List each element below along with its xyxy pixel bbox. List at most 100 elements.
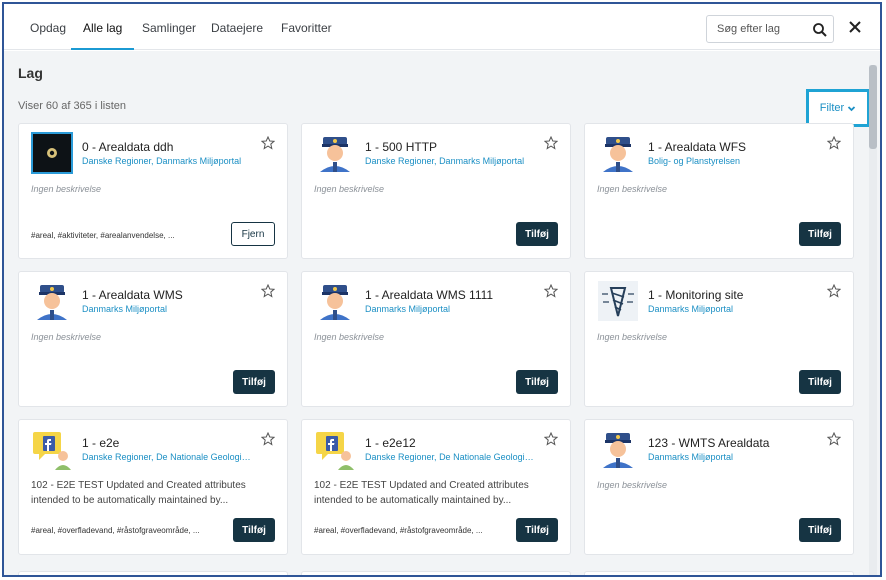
add-button[interactable]: Tilføj <box>799 518 841 542</box>
card-title: 0 - Arealdata ddh <box>82 140 174 154</box>
card-description: Ingen beskrivelse <box>314 332 385 342</box>
star-icon[interactable] <box>543 135 559 150</box>
owner-link[interactable]: Danmarks Miljøportal <box>439 156 524 166</box>
card-owners: Danske Regioner, De Nationale Geologiske… <box>82 452 252 462</box>
layer-card: 0 - Arealdata ddh Danske Regioner, Danma… <box>18 123 288 259</box>
police-officer-avatar-icon <box>31 280 73 322</box>
police-officer-avatar-icon <box>597 428 639 470</box>
tab-dataejere[interactable]: Dataejere <box>199 4 275 50</box>
close-icon[interactable] <box>844 16 866 38</box>
star-icon[interactable] <box>826 135 842 150</box>
card-title: 1 - Monitoring site <box>648 288 744 302</box>
star-icon[interactable] <box>260 431 276 446</box>
owner-link[interactable]: Danske Regioner <box>365 452 434 462</box>
card-title: 1 - e2e <box>82 436 120 450</box>
card-tags: #areal, #aktiviteter, #arealanvendelse, … <box>31 231 175 240</box>
police-officer-avatar-icon <box>597 132 639 174</box>
add-button[interactable]: Tilføj <box>233 518 275 542</box>
tab-favoritter[interactable]: Favoritter <box>269 4 344 50</box>
layer-card: 1 - e2e Danske Regioner, De Nationale Ge… <box>18 419 288 555</box>
result-count: Viser 60 af 365 i listen <box>18 100 127 112</box>
card-title: 1 - 500 HTTP <box>365 140 438 154</box>
owner-link[interactable]: De Nationale Geologiske Undersøgelser <box>156 452 252 462</box>
layer-card: 1 - Arealdata WMS 1111 Danmarks Miljøpor… <box>301 271 571 407</box>
tab-opdag[interactable]: Opdag <box>18 4 78 50</box>
star-icon[interactable] <box>826 431 842 446</box>
owner-link[interactable]: Danske Regioner <box>82 452 151 462</box>
page-title: Lag <box>18 65 43 81</box>
layer-card: 1 - Arealdata WMS Danmarks Miljøportal I… <box>18 271 288 407</box>
card-owners: Danmarks Miljøportal <box>82 304 252 314</box>
layer-card <box>584 571 854 575</box>
card-title: 1 - e2e12 <box>365 436 416 450</box>
layer-card: 1 - 500 HTTP Danske Regioner, Danmarks M… <box>301 123 571 259</box>
layer-card: 1 - e2e12 Danske Regioner, De Nationale … <box>301 419 571 555</box>
layer-card <box>301 571 571 575</box>
card-description: Ingen beskrivelse <box>597 480 668 490</box>
tab-bar: Opdag Alle lag Samlinger Dataejere Favor… <box>4 4 880 50</box>
star-icon[interactable] <box>543 283 559 298</box>
layer-card: 123 - WMTS Arealdata Danmarks Miljøporta… <box>584 419 854 555</box>
card-title: 123 - WMTS Arealdata <box>648 436 770 450</box>
dataset-thumbnail-icon <box>31 132 73 174</box>
card-tags: #areal, #overfladevand, #råstofgraveområ… <box>31 526 200 535</box>
card-title: 1 - Arealdata WMS 1111 <box>365 288 494 302</box>
owner-link[interactable]: Danmarks Miljøportal <box>82 304 167 314</box>
card-description: Ingen beskrivelse <box>597 332 668 342</box>
search-box <box>706 15 834 43</box>
card-owners: Danske Regioner, Danmarks Miljøportal <box>82 156 242 166</box>
police-officer-avatar-icon <box>314 132 356 174</box>
layer-card <box>18 571 288 575</box>
tab-alle-lag[interactable]: Alle lag <box>71 4 135 50</box>
chevron-down-icon <box>848 105 856 111</box>
star-icon[interactable] <box>826 283 842 298</box>
card-owners: Danmarks Miljøportal <box>365 304 535 314</box>
add-button[interactable]: Tilføj <box>516 222 558 246</box>
tab-samlinger[interactable]: Samlinger <box>130 4 208 50</box>
card-description: 102 - E2E TEST Updated and Created attri… <box>314 480 529 506</box>
layer-card: 1 - Arealdata WFS Bolig- og Planstyrelse… <box>584 123 854 259</box>
filter-label: Filter <box>819 102 845 114</box>
owner-link[interactable]: Danmarks Miljøportal <box>156 156 241 166</box>
owner-link[interactable]: Danske Regioner <box>82 156 151 166</box>
owner-link[interactable]: Danske Regioner <box>365 156 434 166</box>
star-icon[interactable] <box>543 431 559 446</box>
search-icon[interactable] <box>811 21 829 39</box>
remove-button[interactable]: Fjern <box>231 222 275 246</box>
layer-card: 1 - Monitoring site Danmarks Miljøportal… <box>584 271 854 407</box>
scrollbar-thumb[interactable] <box>869 65 877 149</box>
drill-logo-icon <box>597 280 639 322</box>
card-tags: #areal, #overfladevand, #råstofgraveområ… <box>314 526 483 535</box>
facebook-user-icon <box>31 428 73 470</box>
card-description: 102 - E2E TEST Updated and Created attri… <box>31 480 246 506</box>
add-button[interactable]: Tilføj <box>799 370 841 394</box>
owner-link[interactable]: De Nationale Geologiske Undersøgelser <box>439 452 535 462</box>
card-description: Ingen beskrivelse <box>31 184 102 194</box>
card-owners: Danske Regioner, De Nationale Geologiske… <box>365 452 535 462</box>
card-owners: Danske Regioner, Danmarks Miljøportal <box>365 156 525 166</box>
search-input[interactable] <box>715 21 807 37</box>
facebook-user-icon <box>314 428 356 470</box>
police-officer-avatar-icon <box>314 280 356 322</box>
card-description: Ingen beskrivelse <box>314 184 385 194</box>
layer-list-panel: Lag Viser 60 af 365 i listen Filter 0 - … <box>4 51 880 575</box>
filter-button[interactable]: Filter <box>806 89 870 127</box>
card-owners: Bolig- og Planstyrelsen <box>648 156 818 166</box>
card-owners: Danmarks Miljøportal <box>648 304 818 314</box>
card-description: Ingen beskrivelse <box>31 332 102 342</box>
star-icon[interactable] <box>260 283 276 298</box>
owner-link[interactable]: Danmarks Miljøportal <box>648 304 733 314</box>
layer-browser-dialog: Opdag Alle lag Samlinger Dataejere Favor… <box>2 2 882 577</box>
owner-link[interactable]: Danmarks Miljøportal <box>648 452 733 462</box>
card-title: 1 - Arealdata WMS <box>82 288 183 302</box>
add-button[interactable]: Tilføj <box>516 518 558 542</box>
add-button[interactable]: Tilføj <box>516 370 558 394</box>
card-title: 1 - Arealdata WFS <box>648 140 747 154</box>
star-icon[interactable] <box>260 135 276 150</box>
owner-link[interactable]: Danmarks Miljøportal <box>365 304 450 314</box>
add-button[interactable]: Tilføj <box>799 222 841 246</box>
card-description: Ingen beskrivelse <box>597 184 668 194</box>
card-owners: Danmarks Miljøportal <box>648 452 818 462</box>
owner-link[interactable]: Bolig- og Planstyrelsen <box>648 156 740 166</box>
add-button[interactable]: Tilføj <box>233 370 275 394</box>
